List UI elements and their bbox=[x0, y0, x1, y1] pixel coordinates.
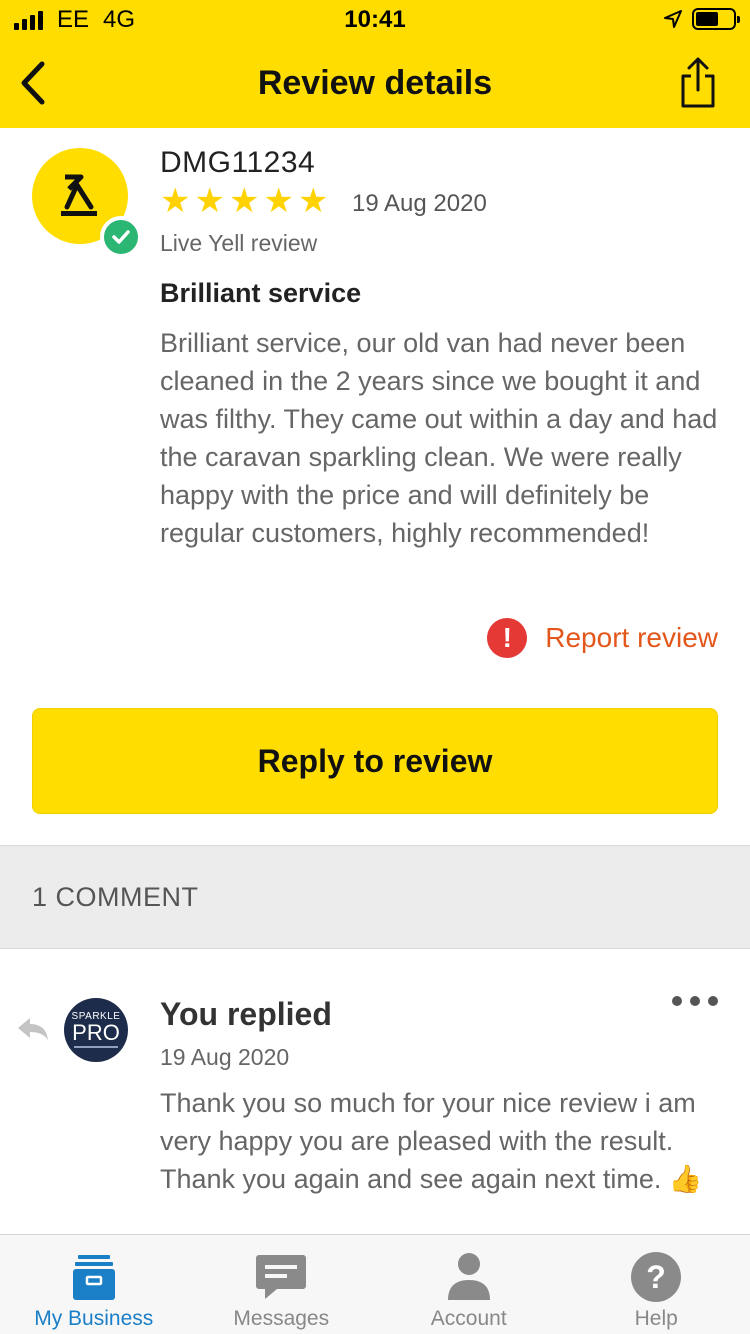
star-icon: ★ bbox=[160, 182, 191, 220]
status-bar: EE 4G 10:41 bbox=[0, 0, 750, 40]
review-date: 19 Aug 2020 bbox=[352, 190, 487, 217]
reviewer-avatar-wrap bbox=[32, 148, 142, 258]
tab-messages[interactable]: Messages bbox=[188, 1235, 376, 1334]
tab-help[interactable]: ? Help bbox=[563, 1235, 750, 1334]
reviewer-name: DMG11234 bbox=[160, 146, 316, 179]
location-arrow-icon bbox=[664, 10, 682, 28]
review-title: Brilliant service bbox=[160, 278, 362, 308]
report-review-label: Report review bbox=[545, 622, 718, 653]
battery-icon bbox=[692, 8, 740, 30]
star-rating: ★ ★ ★ ★ ★ bbox=[160, 184, 328, 218]
avatar: SPARKLE PRO bbox=[64, 998, 128, 1062]
tab-label: Help bbox=[634, 1307, 678, 1330]
star-icon: ★ bbox=[228, 182, 260, 220]
status-right bbox=[664, 8, 740, 30]
account-icon bbox=[443, 1251, 495, 1303]
star-icon: ★ bbox=[297, 182, 329, 220]
avatar-brand-main: PRO bbox=[72, 1020, 120, 1045]
reply-arrow-icon bbox=[18, 1018, 48, 1040]
help-icon: ? bbox=[630, 1251, 682, 1303]
tab-label: My Business bbox=[34, 1307, 154, 1330]
tab-label: Messages bbox=[233, 1307, 330, 1330]
more-options-icon[interactable] bbox=[672, 996, 718, 1006]
review-body: Brilliant service, our old van had never… bbox=[160, 328, 718, 548]
comment-date: 19 Aug 2020 bbox=[160, 1044, 290, 1070]
messages-icon bbox=[255, 1251, 307, 1303]
business-icon bbox=[68, 1251, 120, 1303]
nav-bar: Review details bbox=[0, 40, 750, 128]
star-icon: ★ bbox=[194, 182, 225, 220]
review-source: Live Yell review bbox=[160, 230, 318, 256]
svg-text:?: ? bbox=[646, 1259, 666, 1295]
comment-author: You replied bbox=[160, 996, 332, 1032]
page-title: Review details bbox=[257, 64, 493, 102]
list-item: SPARKLE PRO You replied 19 Aug 2020 Than… bbox=[0, 950, 750, 1234]
report-review-link[interactable]: ! Report review bbox=[487, 618, 718, 658]
avatar-divider bbox=[74, 1046, 118, 1048]
tab-account[interactable]: Account bbox=[375, 1235, 563, 1334]
verified-check-icon bbox=[100, 216, 142, 258]
yell-logo-icon bbox=[61, 174, 97, 216]
tab-label: Account bbox=[430, 1307, 507, 1330]
comments-header: 1 COMMENT bbox=[0, 845, 750, 949]
comment-body: Thank you so much for your nice review i… bbox=[160, 1088, 703, 1194]
tab-my-business[interactable]: My Business bbox=[0, 1235, 188, 1334]
comments-count: 1 COMMENT bbox=[32, 882, 199, 912]
reply-to-review-button[interactable]: Reply to review bbox=[32, 708, 718, 814]
star-icon: ★ bbox=[263, 182, 294, 220]
tab-bar: My Business Messages Account ? Help bbox=[0, 1234, 750, 1334]
alert-icon: ! bbox=[487, 618, 528, 658]
share-icon[interactable] bbox=[678, 56, 718, 110]
status-time: 10:41 bbox=[344, 6, 406, 33]
